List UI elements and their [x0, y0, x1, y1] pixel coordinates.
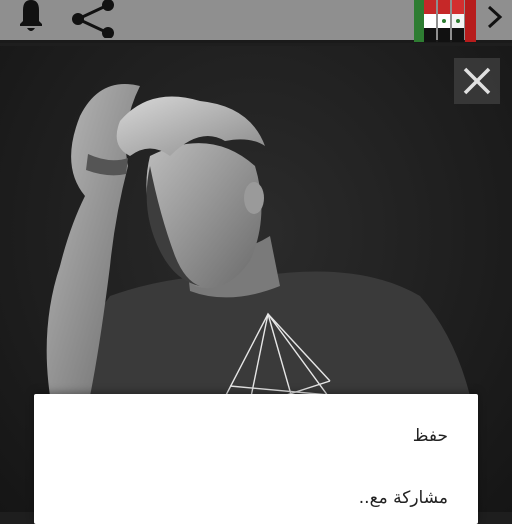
menu-item-share-with[interactable]: مشاركة مع.. [359, 488, 448, 508]
close-icon [463, 67, 491, 95]
menu-item-save[interactable]: حفظ [413, 426, 448, 446]
share-icon[interactable] [68, 0, 120, 38]
context-menu: حفظ مشاركة مع.. [34, 394, 478, 524]
flags-icon[interactable] [414, 0, 476, 42]
close-button[interactable] [454, 58, 500, 104]
top-toolbar [0, 0, 512, 43]
bell-icon[interactable] [12, 0, 50, 34]
chevron-right-icon[interactable] [484, 4, 506, 30]
